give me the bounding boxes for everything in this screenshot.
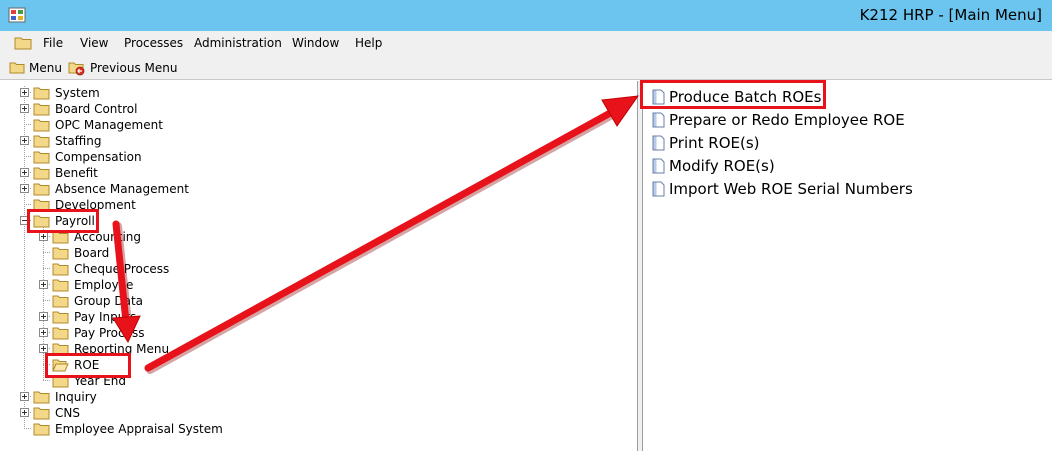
tree-label: Board bbox=[74, 246, 110, 260]
expand-icon[interactable] bbox=[20, 104, 29, 113]
folder-icon bbox=[52, 311, 69, 324]
document-icon bbox=[652, 135, 665, 150]
menu-item-label: Modify ROE(s) bbox=[669, 156, 775, 175]
folder-icon bbox=[33, 135, 50, 148]
folder-icon bbox=[9, 62, 25, 74]
menu-item-modify-roes[interactable]: Modify ROE(s) bbox=[652, 155, 775, 176]
tree-label: Year End bbox=[74, 374, 127, 388]
tree-label: System bbox=[55, 86, 100, 100]
tree-label: Inquiry bbox=[55, 390, 97, 404]
menu-item-label: Import Web ROE Serial Numbers bbox=[669, 179, 913, 198]
folder-icon bbox=[33, 391, 50, 404]
tree-label: Employee Appraisal System bbox=[55, 422, 223, 436]
folder-icon bbox=[52, 279, 69, 292]
roe-menu-list: Produce Batch ROEs Prepare or Redo Emplo… bbox=[644, 81, 1052, 451]
folder-back-icon bbox=[68, 62, 85, 75]
folder-icon bbox=[52, 375, 69, 388]
menu-item-label: Produce Batch ROEs bbox=[669, 87, 822, 106]
previous-menu-button-label: Previous Menu bbox=[90, 60, 178, 75]
pane-splitter[interactable] bbox=[638, 81, 643, 451]
menu-tree[interactable]: System Board Control OPC Management Staf… bbox=[0, 81, 638, 451]
document-icon bbox=[652, 158, 665, 173]
tree-label: Payroll bbox=[55, 214, 95, 228]
expand-icon[interactable] bbox=[39, 232, 48, 241]
folder-icon bbox=[52, 343, 69, 356]
expand-icon[interactable] bbox=[20, 88, 29, 97]
tree-label: Reporting Menu bbox=[74, 342, 170, 356]
folder-icon bbox=[33, 199, 50, 212]
menu-help[interactable]: Help bbox=[355, 36, 382, 50]
folder-icon[interactable] bbox=[14, 36, 32, 50]
expand-icon[interactable] bbox=[39, 344, 48, 353]
folder-icon bbox=[52, 327, 69, 340]
expand-icon[interactable] bbox=[39, 280, 48, 289]
folder-icon bbox=[33, 103, 50, 116]
tree-label: Board Control bbox=[55, 102, 138, 116]
window-title: K212 HRP - [Main Menu] bbox=[859, 6, 1042, 24]
tree-label: ROE bbox=[74, 358, 100, 372]
expand-icon[interactable] bbox=[20, 168, 29, 177]
menu-processes[interactable]: Processes bbox=[124, 36, 183, 50]
menu-window[interactable]: Window bbox=[292, 36, 339, 50]
open-folder-icon bbox=[33, 215, 50, 228]
expand-icon[interactable] bbox=[39, 312, 48, 321]
folder-icon bbox=[33, 183, 50, 196]
menu-administration[interactable]: Administration bbox=[194, 36, 282, 50]
menu-item-print-roes[interactable]: Print ROE(s) bbox=[652, 132, 760, 153]
menu-item-label: Prepare or Redo Employee ROE bbox=[669, 110, 905, 129]
folder-icon bbox=[33, 87, 50, 100]
tree-label: OPC Management bbox=[55, 118, 163, 132]
menu-file[interactable]: File bbox=[43, 36, 63, 50]
tree-label: Employee bbox=[74, 278, 134, 292]
folder-icon bbox=[52, 247, 69, 260]
tree-label: Pay Process bbox=[74, 326, 145, 340]
folder-icon bbox=[52, 263, 69, 276]
collapse-icon[interactable] bbox=[20, 216, 29, 225]
tree-label: Benefit bbox=[55, 166, 98, 180]
tree-label: Group Data bbox=[74, 294, 143, 308]
document-icon bbox=[652, 112, 665, 127]
menu-item-import-web-roe-serial-numbers[interactable]: Import Web ROE Serial Numbers bbox=[652, 178, 913, 199]
menu-button-label: Menu bbox=[29, 60, 62, 75]
folder-icon bbox=[52, 295, 69, 308]
menu-button[interactable]: Menu bbox=[9, 58, 62, 77]
tree-label: Compensation bbox=[55, 150, 142, 164]
folder-icon bbox=[33, 151, 50, 164]
tree-label: Cheque Process bbox=[74, 262, 170, 276]
expand-icon[interactable] bbox=[39, 328, 48, 337]
menu-view[interactable]: View bbox=[80, 36, 108, 50]
expand-icon[interactable] bbox=[20, 408, 29, 417]
tree-label: Accounting bbox=[74, 230, 142, 244]
menu-item-produce-batch-roes[interactable]: Produce Batch ROEs bbox=[652, 86, 821, 107]
tree-label: Staffing bbox=[55, 134, 102, 148]
menu-item-label: Print ROE(s) bbox=[669, 133, 760, 152]
previous-menu-button[interactable]: Previous Menu bbox=[68, 58, 177, 77]
expand-icon[interactable] bbox=[20, 184, 29, 193]
tree-label: Absence Management bbox=[55, 182, 189, 196]
tree-label: Development bbox=[55, 198, 136, 212]
menu-bar: File View Processes Administration Windo… bbox=[0, 31, 1052, 55]
title-bar: K212 HRP - [Main Menu] bbox=[0, 0, 1052, 31]
folder-icon bbox=[33, 423, 50, 436]
folder-icon bbox=[33, 119, 50, 132]
expand-icon[interactable] bbox=[20, 392, 29, 401]
folder-icon bbox=[33, 167, 50, 180]
open-folder-icon bbox=[52, 359, 69, 372]
tree-label: Pay Inputs bbox=[74, 310, 137, 324]
tree-label: CNS bbox=[55, 406, 80, 420]
folder-icon bbox=[52, 231, 69, 244]
document-icon bbox=[652, 89, 665, 104]
menu-item-prepare-or-redo-employee-roe[interactable]: Prepare or Redo Employee ROE bbox=[652, 109, 905, 130]
hrp-app-icon[interactable] bbox=[8, 6, 26, 24]
document-icon bbox=[652, 181, 665, 196]
toolbar: Menu Previous Menu bbox=[0, 55, 1052, 80]
folder-icon bbox=[33, 407, 50, 420]
expand-icon[interactable] bbox=[20, 136, 29, 145]
